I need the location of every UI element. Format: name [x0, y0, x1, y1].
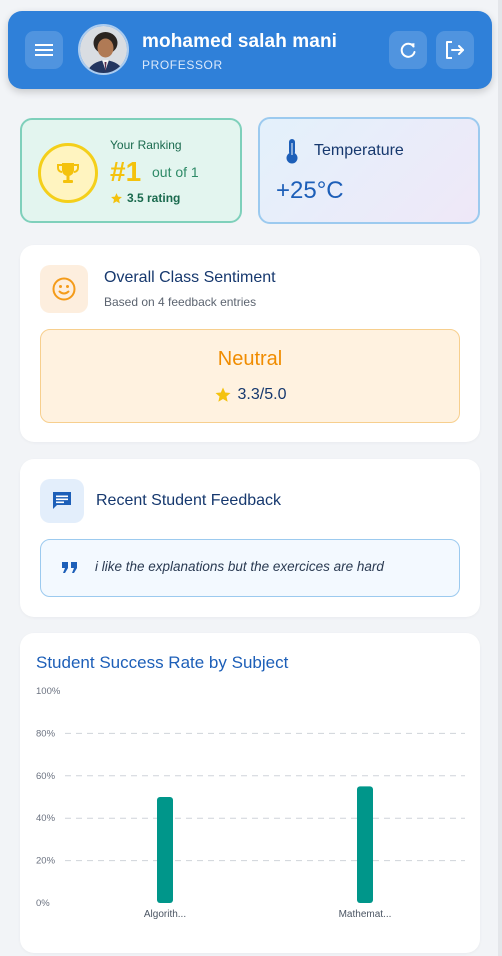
feedback-card: Recent Student Feedback i like the expla… [20, 459, 480, 617]
ranking-out-of: out of 1 [152, 164, 199, 180]
user-name: mohamed salah mani [142, 31, 338, 52]
feedback-text: i like the explanations but the exercice… [95, 559, 384, 574]
avatar-image [80, 26, 127, 73]
x-tick-label: Algorith... [144, 909, 186, 920]
feedback-title: Recent Student Feedback [96, 492, 282, 509]
y-tick-label: 60% [36, 771, 56, 782]
sentiment-result-box: Neutral 3.3/5.0 [40, 329, 460, 423]
logout-button[interactable] [436, 31, 474, 69]
sentiment-score-text: 3.3/5.0 [237, 386, 287, 403]
trophy-badge [38, 143, 98, 203]
logout-icon [446, 41, 464, 59]
quote-icon [62, 562, 77, 573]
refresh-button[interactable] [389, 31, 427, 69]
ranking-rating: 3.5 rating [110, 191, 180, 205]
temperature-card: Temperature +25°C [258, 117, 480, 224]
trophy-icon [57, 163, 79, 183]
feedback-icon-box [40, 479, 84, 523]
y-tick-label: 0% [36, 898, 50, 909]
sentiment-title: Overall Class Sentiment [104, 269, 276, 286]
star-icon [215, 387, 231, 402]
thermometer-icon [286, 139, 298, 164]
sentiment-score: 3.3/5.0 [41, 386, 459, 404]
user-role: PROFESSOR [142, 58, 223, 72]
ranking-rating-text: 3.5 rating [127, 191, 181, 205]
y-tick-label: 20% [36, 856, 56, 867]
smiley-icon [52, 277, 76, 301]
bar[interactable] [157, 797, 173, 903]
avatar[interactable] [78, 24, 129, 75]
menu-icon [35, 44, 53, 56]
success-rate-chart: 0% 20% 40% 60% 80% 100% Algorith... Mathemat... [36, 686, 465, 920]
ranking-card: Your Ranking #1 out of 1 3.5 rating [20, 118, 242, 223]
sentiment-icon-box [40, 265, 88, 313]
chart-card: Student Success Rate by Subject 0% 20% 40%… [20, 633, 480, 953]
sentiment-card: Overall Class Sentiment Based on 4 feedb… [20, 245, 480, 442]
scrollbar[interactable] [498, 0, 502, 956]
refresh-icon [400, 42, 416, 58]
sentiment-value: Neutral [217, 348, 283, 370]
x-tick-label: Mathemat... [339, 909, 392, 920]
bar[interactable] [357, 786, 373, 903]
chat-icon [53, 492, 71, 509]
app-header: mohamed salah mani PROFESSOR [8, 11, 492, 89]
ranking-title: Your Ranking [110, 138, 182, 152]
temperature-value: +25°C [276, 177, 344, 204]
feedback-entry: i like the explanations but the exercice… [40, 539, 460, 597]
sentiment-subtitle: Based on 4 feedback entries [104, 295, 257, 309]
ranking-number: #1 [110, 156, 142, 187]
menu-button[interactable] [25, 31, 63, 69]
y-tick-label: 40% [36, 813, 56, 824]
temperature-label: Temperature [314, 142, 404, 159]
y-tick-label: 80% [36, 728, 56, 739]
star-icon [111, 192, 122, 203]
y-tick-label: 100% [36, 686, 61, 697]
